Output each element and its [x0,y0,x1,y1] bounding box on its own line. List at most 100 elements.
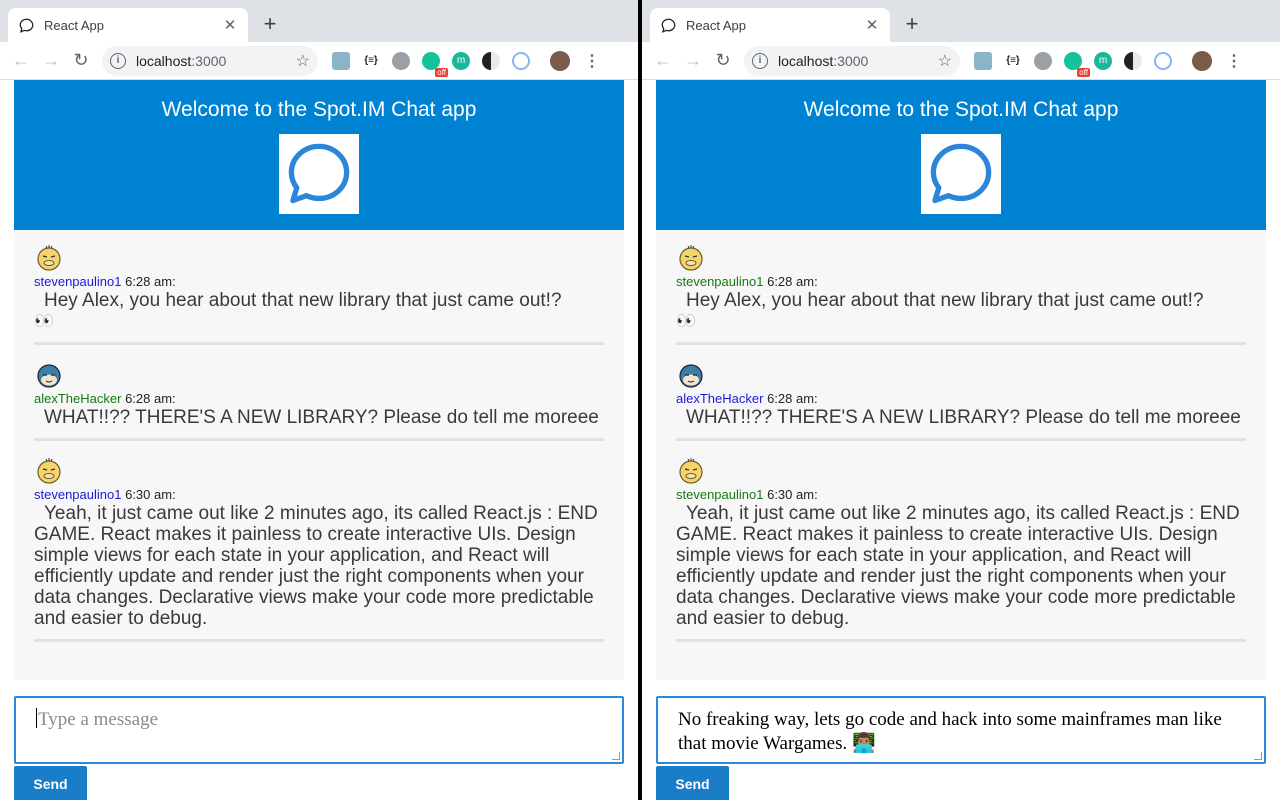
new-tab-icon[interactable]: + [900,12,924,36]
reload-icon[interactable]: ↻ [708,46,738,76]
message-input[interactable]: Type a message [14,696,624,764]
message-time: 6:28 am: [125,274,176,289]
address-bar[interactable]: i localhost:3000 ☆ [102,45,318,76]
send-button[interactable]: Send [656,766,729,800]
info-icon[interactable]: i [110,52,126,69]
star-icon[interactable]: ☆ [938,51,952,71]
new-tab-icon[interactable]: + [258,12,282,36]
close-tab-icon[interactable]: ✕ [864,16,880,34]
message-list: stevenpaulino1 6:28 am: Hey Alex, you he… [14,230,624,680]
reload-icon[interactable]: ↻ [66,46,96,76]
extension-icon[interactable] [392,51,410,70]
message-item: stevenpaulino1 6:28 am: Hey Alex, you he… [34,242,604,345]
app-header: Welcome to the Spot.IM Chat app [14,80,624,230]
header-title: Welcome to the Spot.IM Chat app [803,98,1119,121]
profile-avatar[interactable] [550,50,570,71]
psyduck-avatar-icon [679,245,703,271]
chat-bubble-icon [921,134,1001,214]
message-input-value: No freaking way, lets go code and hack i… [678,709,1222,754]
arrow-left-icon[interactable]: ← [6,46,36,76]
tab-title: React App [44,17,104,33]
extension-icon[interactable] [332,51,350,70]
message-meta: stevenpaulino1 6:30 am: [34,487,604,502]
kebab-menu-icon[interactable]: ⋮ [584,51,600,71]
message-username[interactable]: stevenpaulino1 [34,274,121,289]
json-extension-icon[interactable]: {≡} [1004,52,1022,70]
browser-tab[interactable]: React App ✕ [650,8,890,42]
tab-strip: React App ✕ + [0,0,638,42]
message-time: 6:28 am: [767,274,818,289]
chat-app: Welcome to the Spot.IM Chat app stevenpa… [0,80,638,800]
profile-avatar[interactable] [1192,50,1212,71]
message-meta: alexTheHacker 6:28 am: [34,391,604,406]
browser-window-right: React App ✕ + ← → ↻ i localhost:3000 ☆ {… [642,0,1280,800]
message-time: 6:28 am: [125,391,176,406]
extension-icon[interactable] [1034,51,1052,70]
resize-handle[interactable] [612,752,620,760]
chat-app: Welcome to the Spot.IM Chat app stevenpa… [642,80,1280,800]
grammarly-icon[interactable]: off [1064,51,1090,77]
chat-favicon-icon [660,17,676,33]
dark-mode-icon[interactable] [482,51,500,70]
app-header: Welcome to the Spot.IM Chat app [656,80,1266,230]
arrow-left-icon[interactable]: ← [648,46,678,76]
grammarly-icon[interactable]: off [422,51,448,77]
message-item: alexTheHacker 6:28 am: WHAT!!?? THERE'S … [676,359,1246,441]
eyes-emoji: 👀 [34,313,54,330]
browser-tab[interactable]: React App ✕ [8,8,248,42]
kebab-menu-icon[interactable]: ⋮ [1226,51,1242,71]
psyduck-avatar-icon [37,458,61,484]
m-extension-icon[interactable]: m [1094,51,1112,70]
message-text: WHAT!!?? THERE'S A NEW LIBRARY? Please d… [686,407,1241,428]
message-item: alexTheHacker 6:28 am: WHAT!!?? THERE'S … [34,359,604,441]
extension-icon[interactable] [1154,51,1172,70]
message-time: 6:30 am: [125,487,176,502]
eyes-emoji: 👀 [676,313,696,330]
m-extension-icon[interactable]: m [452,51,470,70]
message-input[interactable]: No freaking way, lets go code and hack i… [656,696,1266,764]
psyduck-avatar-icon [37,245,61,271]
compose-area: No freaking way, lets go code and hack i… [656,696,1266,800]
message-item: stevenpaulino1 6:30 am: Yeah, it just ca… [676,455,1246,642]
browser-window-left: React App ✕ + ← → ↻ i localhost:3000 ☆ {… [0,0,638,800]
tab-strip: React App ✕ + [642,0,1280,42]
message-text: Yeah, it just came out like 2 minutes ag… [34,503,598,629]
url-text: localhost:3000 [778,52,869,69]
resize-handle[interactable] [1254,752,1262,760]
message-text: Yeah, it just came out like 2 minutes ag… [676,503,1240,629]
chat-favicon-icon [18,17,34,33]
chat-bubble-icon [279,134,359,214]
address-bar[interactable]: i localhost:3000 ☆ [744,45,960,76]
send-button[interactable]: Send [14,766,87,800]
message-username[interactable]: stevenpaulino1 [676,274,763,289]
message-meta: stevenpaulino1 6:28 am: [34,274,604,289]
extension-icon[interactable] [512,51,530,70]
extension-icon[interactable] [974,51,992,70]
message-meta: stevenpaulino1 6:30 am: [676,487,1246,502]
arrow-right-icon[interactable]: → [36,46,66,76]
header-title: Welcome to the Spot.IM Chat app [161,98,477,121]
message-item: stevenpaulino1 6:30 am: Yeah, it just ca… [34,455,604,642]
close-tab-icon[interactable]: ✕ [222,16,238,34]
url-text: localhost:3000 [136,52,227,69]
tab-title: React App [686,17,746,33]
message-text: Hey Alex, you hear about that new librar… [34,290,604,332]
message-meta: alexTheHacker 6:28 am: [676,391,1246,406]
message-username[interactable]: stevenpaulino1 [34,487,121,502]
json-extension-icon[interactable]: {≡} [362,52,380,70]
message-meta: stevenpaulino1 6:28 am: [676,274,1246,289]
arrow-right-icon[interactable]: → [678,46,708,76]
star-icon[interactable]: ☆ [296,51,310,71]
message-text: Hey Alex, you hear about that new librar… [676,290,1246,332]
dark-mode-icon[interactable] [1124,51,1142,70]
message-time: 6:28 am: [767,391,818,406]
message-input-placeholder: Type a message [38,709,159,730]
message-username[interactable]: alexTheHacker [676,391,763,406]
message-username[interactable]: alexTheHacker [34,391,121,406]
message-username[interactable]: stevenpaulino1 [676,487,763,502]
psyduck-avatar-icon [679,458,703,484]
extensions-row: {≡} off m [332,50,570,77]
message-text: WHAT!!?? THERE'S A NEW LIBRARY? Please d… [44,407,599,428]
info-icon[interactable]: i [752,52,768,69]
text-caret [36,708,37,728]
